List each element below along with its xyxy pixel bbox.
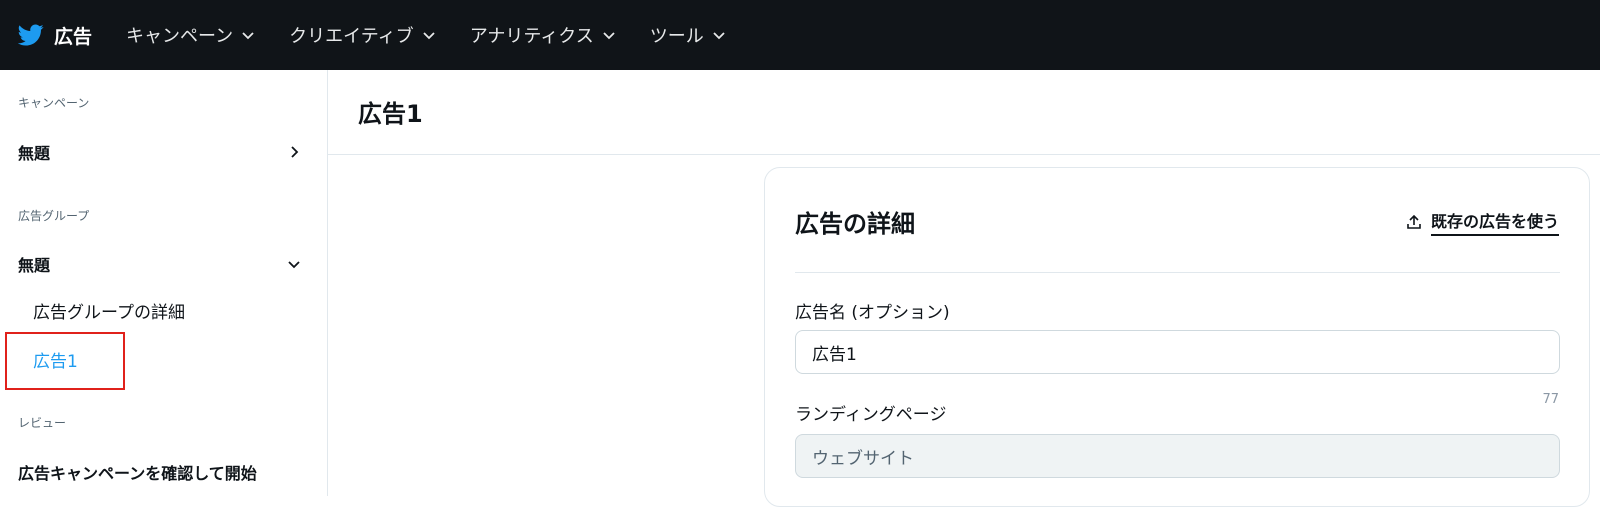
ad-name-label: 広告名 (オプション) [795,303,950,323]
sidebar-section-review: レビュー [18,416,67,430]
ad-details-card: 広告の詳細 既存の広告を使う 広告名 (オプション) 77 ランディングページ [764,167,1590,507]
chevron-down-icon [423,32,435,40]
card-title: 広告の詳細 [795,210,915,238]
highlight-annotation-box [5,332,125,390]
brand[interactable]: 広告 [18,22,92,49]
nav-creative-label: クリエイティブ [289,26,414,47]
main-header: 広告1 [328,70,1600,155]
sidebar-section-adgroup: 広告グループ [18,209,90,223]
page-title: 広告1 [358,100,423,128]
ad-name-input[interactable] [795,330,1560,374]
chevron-down-icon [713,32,725,40]
nav-analytics-label: アナリティクス [469,26,594,47]
use-existing-ad-label: 既存の広告を使う [1430,208,1559,236]
sidebar-section-campaign: キャンペーン [18,96,90,110]
sidebar-item-campaign[interactable]: 無題 [18,140,302,164]
nav-tools[interactable]: ツール [650,22,726,48]
chevron-down-icon [603,32,615,40]
upload-icon [1407,214,1421,229]
nav-analytics[interactable]: アナリティクス [470,22,616,48]
landing-page-label: ランディングページ [795,405,947,425]
nav-tools-label: ツール [649,26,704,47]
card-divider [795,272,1560,273]
top-nav-bar: 広告 キャンペーン クリエイティブ アナリティクス ツール [0,0,1600,70]
chevron-down-icon [242,32,254,40]
nav-creative[interactable]: クリエイティブ [289,22,436,48]
sidebar-item-review[interactable]: 広告キャンペーンを確認して開始 [18,460,302,484]
sidebar-item-review-label: 広告キャンペーンを確認して開始 [18,464,257,483]
sidebar-item-adgroup-details[interactable]: 広告グループの詳細 [33,298,185,323]
landing-page-select[interactable] [795,434,1560,478]
sidebar-item-campaign-label: 無題 [18,144,51,163]
chevron-right-icon [291,146,299,158]
brand-label: 広告 [54,25,93,48]
sidebar: キャンペーン 無題 広告グループ 無題 広告グループの詳細 広告1 レビュー 広… [0,70,328,496]
twitter-bird-icon [18,24,44,46]
sidebar-item-adgroup[interactable]: 無題 [18,252,302,276]
char-count: 77 [1542,392,1559,407]
chevron-down-icon [288,261,300,269]
nav-campaign[interactable]: キャンペーン [126,22,255,48]
sidebar-item-adgroup-label: 無題 [18,256,51,275]
use-existing-ad-link[interactable]: 既存の広告を使う [1405,208,1559,236]
nav-campaign-label: キャンペーン [126,26,234,47]
